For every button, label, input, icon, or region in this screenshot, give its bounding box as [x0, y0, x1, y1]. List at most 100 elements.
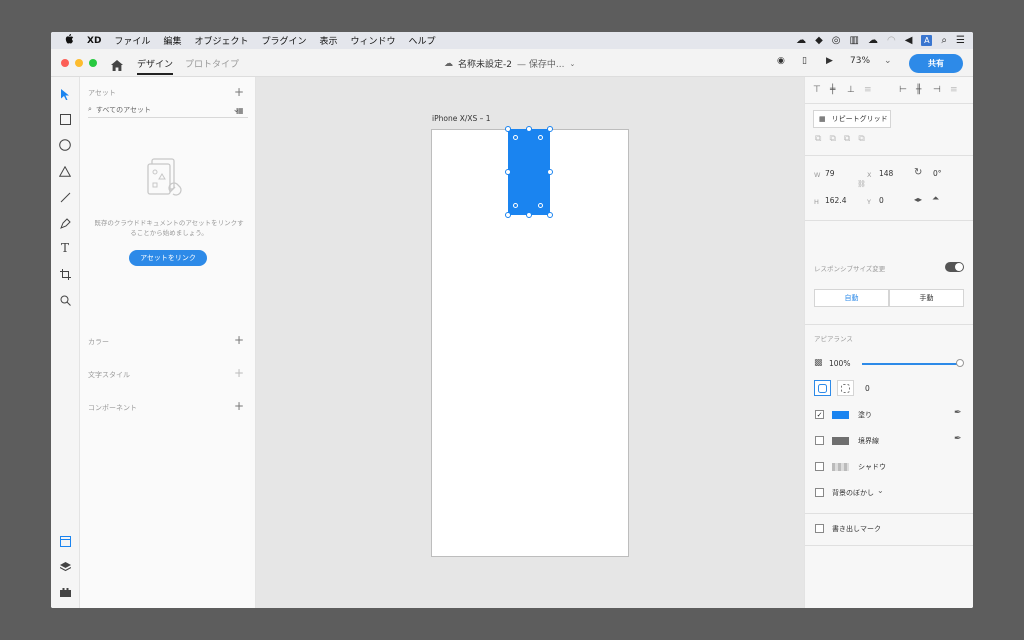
- subtract-boolean-icon[interactable]: ⧉: [829, 134, 835, 144]
- menu-view[interactable]: 表示: [319, 34, 337, 47]
- resize-handle-top[interactable]: [526, 126, 532, 132]
- radius-each-corner-button[interactable]: [837, 380, 854, 396]
- input-source-icon[interactable]: A: [921, 35, 933, 46]
- resize-handle-top-right[interactable]: [547, 126, 553, 132]
- control-list-icon[interactable]: ☰: [956, 35, 965, 46]
- border-eyedropper-icon[interactable]: ✒: [954, 434, 962, 444]
- add-color-plus-icon[interactable]: +: [234, 333, 244, 347]
- corner-radius-handle[interactable]: [538, 135, 543, 140]
- home-icon[interactable]: [111, 56, 123, 75]
- assets-search-row[interactable]: ⌕ すべてのアセット ⌄: [88, 102, 248, 118]
- export-mark-checkbox[interactable]: [815, 524, 824, 533]
- link-assets-button[interactable]: アセットをリンク: [129, 250, 207, 266]
- resize-handle-left[interactable]: [505, 169, 511, 175]
- spotlight-search-icon[interactable]: ⌕: [941, 35, 947, 46]
- align-top-icon[interactable]: ⊤: [813, 85, 821, 95]
- repeat-grid-button[interactable]: ▦ リピートグリッド: [813, 110, 891, 128]
- corner-radius-handle[interactable]: [538, 203, 543, 208]
- opacity-field[interactable]: 100%: [829, 359, 850, 368]
- text-tool-icon[interactable]: T: [58, 241, 72, 255]
- tab-design[interactable]: デザイン: [137, 57, 174, 75]
- opacity-slider-knob[interactable]: [956, 359, 964, 367]
- assets-panel-icon[interactable]: [58, 534, 72, 548]
- align-right-icon[interactable]: ⊣: [933, 85, 941, 95]
- layers-panel-icon[interactable]: [58, 560, 72, 574]
- close-window-button[interactable]: [61, 59, 69, 67]
- clipboard-icon[interactable]: ▥: [850, 35, 859, 46]
- radius-all-corners-button[interactable]: [814, 380, 831, 396]
- device-preview-icon[interactable]: ▯: [802, 56, 807, 66]
- grid-view-icon[interactable]: ▦: [236, 106, 244, 115]
- menu-plugins[interactable]: プラグイン: [261, 34, 306, 47]
- flip-vertical-icon[interactable]: ⏶: [932, 194, 939, 204]
- minimize-window-button[interactable]: [75, 59, 83, 67]
- menu-object[interactable]: オブジェクト: [194, 34, 248, 47]
- resize-handle-top-left[interactable]: [505, 126, 511, 132]
- flip-horizontal-icon[interactable]: ◂▸: [914, 195, 922, 204]
- shadow-checkbox[interactable]: [815, 462, 824, 471]
- y-field[interactable]: 0: [879, 196, 884, 205]
- x-field[interactable]: 148: [879, 169, 893, 178]
- creative-cloud-icon[interactable]: ◎: [832, 35, 841, 46]
- polygon-tool-icon[interactable]: [58, 164, 72, 178]
- resize-handle-bottom[interactable]: [526, 212, 532, 218]
- resize-handle-right[interactable]: [547, 169, 553, 175]
- zoom-chevron-down-icon[interactable]: ⌄: [884, 56, 892, 66]
- responsive-resize-toggle[interactable]: [945, 262, 964, 272]
- border-checkbox[interactable]: [815, 436, 824, 445]
- intersect-boolean-icon[interactable]: ⧉: [844, 134, 850, 144]
- resize-handle-bottom-right[interactable]: [547, 212, 553, 218]
- ellipse-tool-icon[interactable]: [58, 138, 72, 152]
- add-character-style-plus-icon[interactable]: +: [234, 366, 244, 380]
- distribute-vertical-icon[interactable]: ≡: [864, 85, 872, 95]
- shadow-swatch[interactable]: [832, 463, 849, 471]
- design-canvas[interactable]: iPhone X/XS – 1: [256, 77, 804, 608]
- align-bottom-icon[interactable]: ⊥: [847, 85, 855, 95]
- zoom-window-button[interactable]: [89, 59, 97, 67]
- rectangle-tool-icon[interactable]: [58, 112, 72, 126]
- menu-edit[interactable]: 編集: [163, 34, 181, 47]
- line-tool-icon[interactable]: [58, 190, 72, 204]
- lock-aspect-icon[interactable]: ⛓: [857, 180, 866, 188]
- align-left-icon[interactable]: ⊢: [899, 85, 907, 95]
- corner-radius-field[interactable]: 0: [865, 384, 870, 393]
- plugins-panel-icon[interactable]: [58, 585, 72, 599]
- dropbox-icon[interactable]: ◆: [815, 35, 823, 46]
- document-title[interactable]: ☁ 名称未設定-2 — 保存中... ⌄: [444, 57, 575, 71]
- add-boolean-icon[interactable]: ⧉: [815, 134, 821, 144]
- width-field[interactable]: 79: [825, 169, 835, 178]
- corner-radius-handle[interactable]: [513, 203, 518, 208]
- blur-chevron-down-icon[interactable]: ⌄: [877, 486, 884, 495]
- add-asset-plus-icon[interactable]: +: [234, 85, 244, 99]
- align-middle-icon[interactable]: ╪: [830, 85, 835, 95]
- cloud-sync-icon[interactable]: ☁: [796, 35, 806, 46]
- select-tool-icon[interactable]: [58, 87, 72, 101]
- tab-prototype[interactable]: プロトタイプ: [185, 57, 239, 70]
- resize-handle-bottom-left[interactable]: [505, 212, 511, 218]
- resize-auto-button[interactable]: 自動: [814, 289, 889, 307]
- menu-help[interactable]: ヘルプ: [409, 34, 436, 47]
- opacity-slider[interactable]: [862, 363, 962, 365]
- artboard-tool-icon[interactable]: [58, 267, 72, 281]
- exclude-boolean-icon[interactable]: ⧉: [858, 134, 864, 144]
- fill-checkbox[interactable]: ✓: [815, 410, 824, 419]
- border-color-swatch[interactable]: [832, 437, 849, 445]
- height-field[interactable]: 162.4: [825, 196, 846, 205]
- corner-radius-handle[interactable]: [513, 135, 518, 140]
- volume-icon[interactable]: ◀: [905, 35, 913, 46]
- cloud-upload-icon[interactable]: ☁: [868, 35, 878, 46]
- menu-file[interactable]: ファイル: [114, 34, 150, 47]
- zoom-tool-icon[interactable]: [58, 293, 72, 307]
- menu-app-name[interactable]: XD: [87, 36, 101, 46]
- play-preview-icon[interactable]: ▶: [826, 56, 833, 66]
- menu-window[interactable]: ウィンドウ: [351, 34, 396, 47]
- user-avatar-icon[interactable]: ◉: [777, 56, 785, 66]
- rotation-field[interactable]: 0°: [933, 169, 942, 178]
- share-button[interactable]: 共有: [909, 54, 963, 73]
- apple-icon[interactable]: [65, 34, 74, 47]
- artboard-label[interactable]: iPhone X/XS – 1: [432, 114, 491, 123]
- wifi-icon[interactable]: ◠: [887, 35, 896, 46]
- add-component-plus-icon[interactable]: +: [234, 399, 244, 413]
- background-blur-checkbox[interactable]: [815, 488, 824, 497]
- zoom-level[interactable]: 73%: [850, 56, 870, 66]
